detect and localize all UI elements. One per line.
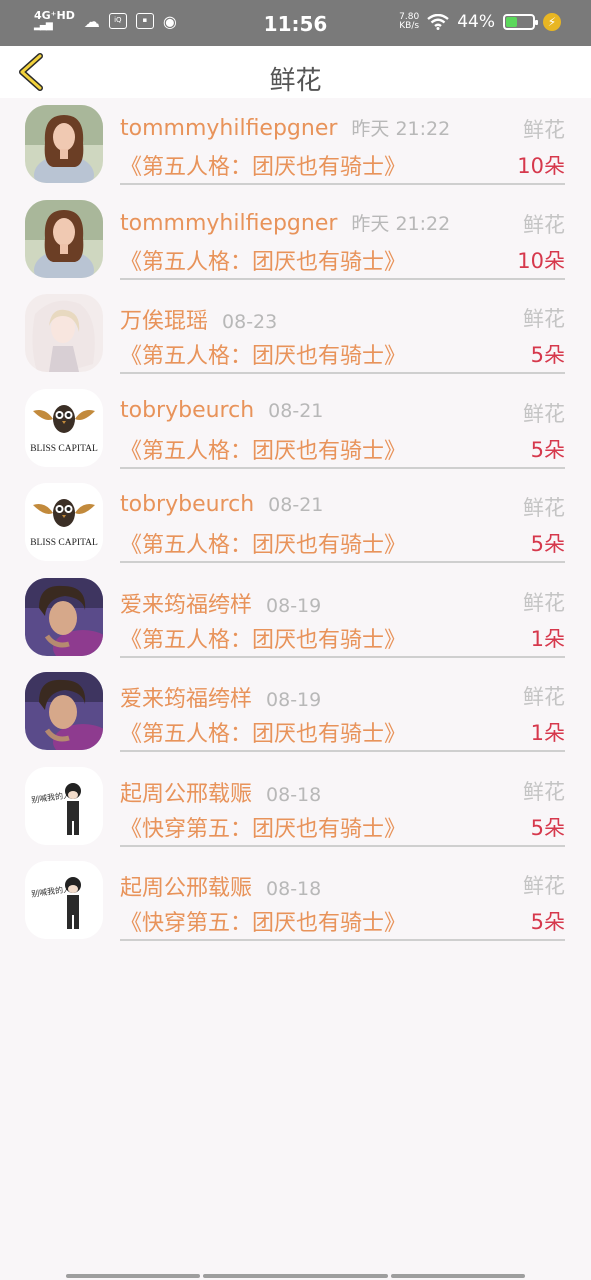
sender-name[interactable]: tommmyhilfiepgner <box>120 211 337 236</box>
home-indicator-right <box>391 1274 525 1278</box>
home-indicator-left <box>66 1274 200 1278</box>
gift-list-item[interactable]: tommmyhilfiepgner 昨天 21:22 鲜花 《第五人格：团厌也有骑… <box>0 193 591 288</box>
gift-count: 5朵 <box>530 437 565 462</box>
sender-name[interactable]: tommmyhilfiepgner <box>120 116 337 141</box>
book-title[interactable]: 《第五人格：团厌也有骑士》 <box>120 149 406 181</box>
gift-date: 08-19 <box>266 689 322 711</box>
gift-list-item[interactable]: BLISS CAPITAL tobrybeurch 08-21 鲜花 《第五人格：… <box>0 382 591 477</box>
user-avatar[interactable]: BLISS CAPITAL <box>25 388 103 467</box>
sender-name-line: 起周公邢载赈 08-18 <box>120 776 321 808</box>
network-speed: 7.80 KB/s <box>399 12 420 31</box>
row-divider <box>120 372 565 374</box>
page-title: 鲜花 <box>269 66 322 96</box>
gift-list-item[interactable]: 爱来筠福绔样 08-19 鲜花 《第五人格：团厌也有骑士》 1朵 <box>0 571 591 666</box>
sender-name[interactable]: 爱来筠福绔样 <box>120 593 252 618</box>
gift-type: 鲜花 <box>523 307 565 331</box>
row-divider <box>120 277 565 280</box>
gift-type: 鲜花 <box>523 590 565 615</box>
user-avatar[interactable] <box>25 672 103 750</box>
gift-date: 昨天 21:22 <box>351 118 451 140</box>
svg-text:BLISS CAPITAL: BLISS CAPITAL <box>30 444 98 454</box>
book-title[interactable]: 《第五人格：团厌也有骑士》 <box>120 622 406 654</box>
gift-list-item[interactable]: 别喊我的人 起周公邢载赈 08-18 鲜花 《快穿第五：团厌也有骑士》 5朵 <box>0 760 591 855</box>
gift-type: 鲜花 <box>523 118 565 142</box>
gift-type: 鲜花 <box>523 874 565 898</box>
gift-count: 5朵 <box>530 815 565 840</box>
row-divider <box>120 183 565 185</box>
gift-type: 鲜花 <box>523 496 565 520</box>
user-avatar[interactable]: BLISS CAPITAL <box>25 483 103 561</box>
gift-date: 08-21 <box>268 494 324 516</box>
sender-name[interactable]: tobrybeurch <box>120 492 254 517</box>
charging-icon: ⚡ <box>543 13 561 31</box>
gift-count: 5朵 <box>530 532 565 556</box>
gift-date: 08-19 <box>266 594 322 617</box>
status-bar: 4G⁺HD ▂▄▆ ☁ iQ ▪ ◉ 11:56 7.80 KB/s 44% ⚡ <box>0 0 591 46</box>
gift-count: 5朵 <box>530 910 565 934</box>
gift-list-item[interactable]: 别喊我的人 起周公邢载赈 08-18 鲜花 《快穿第五：团厌也有骑士》 5朵 <box>0 854 591 949</box>
book-title[interactable]: 《第五人格：团厌也有骑士》 <box>120 433 406 465</box>
user-avatar[interactable] <box>25 199 103 278</box>
gift-type: 鲜花 <box>523 401 565 426</box>
gift-count: 10朵 <box>517 154 565 178</box>
gift-list-item[interactable]: 万俟琨瑶 08-23 鲜花 《第五人格：团厌也有骑士》 5朵 <box>0 287 591 382</box>
gift-count: 5朵 <box>530 343 565 367</box>
row-divider <box>120 466 565 469</box>
status-icons-right: 7.80 KB/s 44% ⚡ <box>399 12 561 32</box>
book-title[interactable]: 《第五人格：团厌也有骑士》 <box>120 244 406 276</box>
gift-date: 08-18 <box>266 878 322 900</box>
gift-count: 1朵 <box>530 721 565 745</box>
battery-percent: 44% <box>457 12 495 32</box>
gift-date: 08-18 <box>266 783 322 806</box>
row-divider <box>120 844 565 847</box>
sender-name-line: 万俟琨瑶 08-23 <box>120 303 277 335</box>
svg-text:BLISS CAPITAL: BLISS CAPITAL <box>30 538 98 548</box>
book-title[interactable]: 《快穿第五：团厌也有骑士》 <box>120 905 406 937</box>
battery-icon <box>503 14 538 30</box>
battery-level <box>506 17 518 27</box>
user-avatar[interactable] <box>25 577 103 656</box>
sender-name-line: 爱来筠福绔样 08-19 <box>120 587 321 619</box>
user-avatar[interactable] <box>25 294 103 372</box>
book-title[interactable]: 《第五人格：团厌也有骑士》 <box>120 716 406 748</box>
gift-count: 1朵 <box>530 626 565 651</box>
sender-name-line: 起周公邢载赈 08-18 <box>120 870 321 902</box>
user-avatar[interactable]: 别喊我的人 <box>25 861 103 939</box>
gift-list: tommmyhilfiepgner 昨天 21:22 鲜花 《第五人格：团厌也有骑… <box>0 98 591 949</box>
book-title[interactable]: 《第五人格：团厌也有骑士》 <box>120 338 406 370</box>
row-divider <box>120 750 565 752</box>
gift-date: 08-21 <box>268 399 324 422</box>
sender-name[interactable]: 万俟琨瑶 <box>120 309 208 334</box>
sender-name[interactable]: 起周公邢载赈 <box>120 782 252 807</box>
sender-name[interactable]: 起周公邢载赈 <box>120 876 252 901</box>
sender-name-line: tommmyhilfiepgner 昨天 21:22 <box>120 114 450 141</box>
home-indicator-center[interactable] <box>203 1274 388 1278</box>
sender-name-line: tommmyhilfiepgner 昨天 21:22 <box>120 209 450 236</box>
sender-name-line: tobrybeurch 08-21 <box>120 492 323 517</box>
user-avatar[interactable] <box>25 105 103 183</box>
row-divider <box>120 655 565 658</box>
gift-date: 昨天 21:22 <box>351 212 451 235</box>
row-divider <box>120 939 565 941</box>
sender-name-line: 爱来筠福绔样 08-19 <box>120 681 321 713</box>
sender-name[interactable]: 爱来筠福绔样 <box>120 687 252 712</box>
gift-type: 鲜花 <box>523 685 565 709</box>
book-title[interactable]: 《第五人格：团厌也有骑士》 <box>120 527 406 559</box>
sender-name[interactable]: tobrybeurch <box>120 398 254 423</box>
gift-date: 08-23 <box>222 311 278 333</box>
gift-list-item[interactable]: 爱来筠福绔样 08-19 鲜花 《第五人格：团厌也有骑士》 1朵 <box>0 665 591 760</box>
gift-type: 鲜花 <box>523 212 565 237</box>
user-avatar[interactable]: 别喊我的人 <box>25 766 103 845</box>
sender-name-line: tobrybeurch 08-21 <box>120 398 323 423</box>
gift-type: 鲜花 <box>523 779 565 804</box>
book-title[interactable]: 《快穿第五：团厌也有骑士》 <box>120 811 406 843</box>
gift-count: 10朵 <box>517 248 565 273</box>
nav-bar: 鲜花 <box>0 46 591 98</box>
gift-list-item[interactable]: tommmyhilfiepgner 昨天 21:22 鲜花 《第五人格：团厌也有骑… <box>0 98 591 193</box>
wifi-icon <box>427 14 449 30</box>
row-divider <box>120 561 565 563</box>
gift-list-item[interactable]: BLISS CAPITAL tobrybeurch 08-21 鲜花 《第五人格：… <box>0 476 591 571</box>
